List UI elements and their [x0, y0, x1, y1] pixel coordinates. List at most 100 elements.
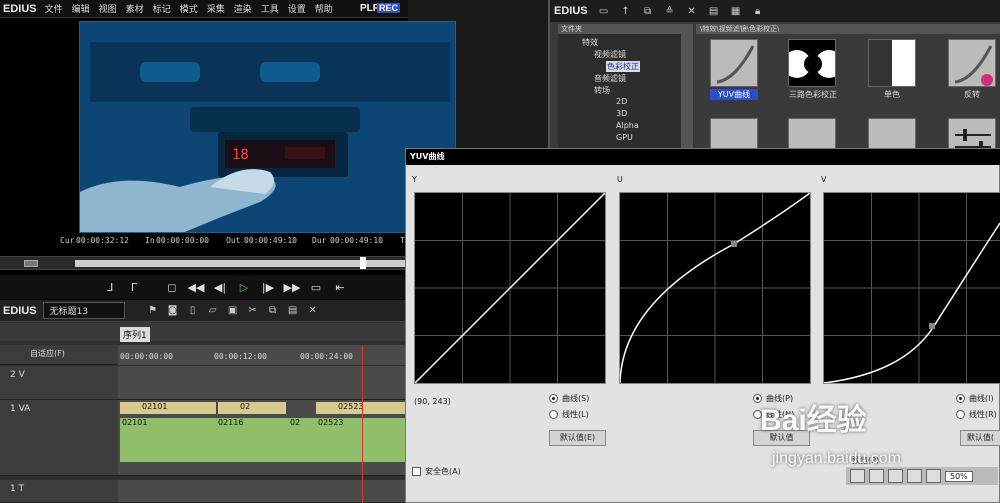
new-file-icon[interactable]: ▯: [185, 305, 201, 316]
rewind-button[interactable]: ◀◀: [186, 281, 206, 294]
tree-item-video-filters[interactable]: 视频滤镜: [594, 49, 626, 60]
cur-label: Cur: [60, 236, 75, 245]
tab-sequence-1[interactable]: 序列1: [120, 327, 150, 342]
three-way-color-icon: [789, 50, 835, 78]
track-header-2v[interactable]: 2 V: [0, 366, 118, 400]
tree-item-gpu[interactable]: GPU: [616, 133, 633, 142]
effects-tree: 文件夹 特效 视频滤镜 色彩校正 音频滤镜 转场 2D 3D Alpha GPU: [558, 24, 693, 150]
v-curve-graph[interactable]: [823, 192, 1000, 384]
video-clip[interactable]: 02523: [316, 402, 406, 414]
effect-thumb-invert[interactable]: [948, 39, 996, 87]
safe-color-checkbox[interactable]: 安全色(A): [412, 466, 461, 477]
set-in-icon[interactable]: ᒧ: [100, 281, 120, 294]
shuttle-knob[interactable]: [24, 260, 38, 267]
audio-clip[interactable]: 02101: [120, 418, 216, 462]
timeline-mode-icon[interactable]: ⚑: [145, 305, 161, 316]
scrub-bar[interactable]: [0, 256, 408, 270]
tree-item-2d[interactable]: 2D: [616, 97, 627, 106]
step-forward-button[interactable]: |▶: [258, 281, 278, 294]
y-curve-graph[interactable]: [414, 192, 606, 384]
play-button[interactable]: ▷: [234, 281, 254, 294]
y-curve-radio[interactable]: 曲线(S): [549, 393, 589, 404]
menu-capture[interactable]: 采集: [207, 2, 225, 15]
v-curve-svg: [823, 193, 1000, 384]
tree-item-alpha[interactable]: Alpha: [616, 121, 639, 130]
menu-marker[interactable]: 标记: [153, 2, 171, 15]
u-curve-graph[interactable]: [619, 192, 811, 384]
track-lane-1va[interactable]: 02101 02 02523 02101 02116 02 02523: [118, 400, 408, 476]
y-default-button[interactable]: 默认值(E): [549, 430, 606, 446]
up-folder-icon[interactable]: ↑: [618, 6, 634, 17]
effect-label[interactable]: YUV曲线: [710, 89, 758, 100]
tree-item-audio-filters[interactable]: 音频滤镜: [594, 73, 626, 84]
view-grid-icon[interactable]: ▦: [728, 6, 744, 17]
tree-scrollbar[interactable]: [681, 24, 693, 150]
menu-help[interactable]: 帮助: [315, 2, 333, 15]
rec-label[interactable]: REC: [376, 3, 400, 13]
delete-icon[interactable]: ✕: [305, 305, 321, 316]
menu-render[interactable]: 渲染: [234, 2, 252, 15]
paste-icon[interactable]: ▤: [285, 305, 301, 316]
track-lane-2v[interactable]: [118, 366, 408, 400]
v-default-button[interactable]: 默认值(: [960, 430, 1000, 446]
effect-label[interactable]: 三路色彩校正: [778, 89, 848, 100]
lock-icon[interactable]: 🔒︎: [750, 6, 766, 17]
menu-edit[interactable]: 编辑: [72, 2, 90, 15]
fit-dropdown[interactable]: 自适应(F): [0, 345, 118, 365]
cut-icon[interactable]: ✂: [245, 305, 261, 316]
audio-clip[interactable]: 02116: [216, 418, 288, 462]
playhead-marker[interactable]: [360, 257, 366, 269]
effect-thumb-monochrome[interactable]: [868, 39, 916, 87]
folder-icon[interactable]: ▭: [596, 6, 612, 17]
copy-folder-icon[interactable]: ⧉: [640, 6, 656, 17]
v-curve-radio[interactable]: 曲线(I): [956, 393, 994, 404]
audio-clip[interactable]: 02523: [316, 418, 406, 462]
y-linear-radio[interactable]: 线性(L): [549, 409, 589, 420]
timeline-playhead[interactable]: [362, 345, 363, 503]
open-icon[interactable]: ▱: [205, 305, 221, 316]
effect-label[interactable]: 单色: [857, 89, 927, 100]
effect-thumb-yuv-curve[interactable]: [710, 39, 758, 87]
video-clip[interactable]: 02101: [120, 402, 216, 414]
position-slider[interactable]: [75, 260, 405, 267]
u-curve-control-point: [731, 241, 737, 247]
curve-icon: [716, 45, 755, 84]
menu-file[interactable]: 文件: [45, 2, 63, 15]
time-ruler[interactable]: 00:00:00:00 00:00:12:00 00:00:24:00: [118, 345, 408, 365]
copy-icon[interactable]: ⧉: [265, 305, 281, 316]
view-list-icon[interactable]: ▤: [706, 6, 722, 17]
in-timecode: 00:00:00:00: [156, 236, 209, 245]
timeline-window: EDIUS 无标题13 ⚑ ◙ ▯ ▱ ▣ ✂ ⧉ ▤ ✕ 序列1 自适应(F)…: [0, 300, 408, 503]
effect-thumb-three-way[interactable]: [788, 39, 836, 87]
effect-icon[interactable]: ≙: [662, 6, 678, 17]
v-linear-radio[interactable]: 线性(R): [956, 409, 997, 420]
menu-tools[interactable]: 工具: [261, 2, 279, 15]
track-lane-1t[interactable]: [118, 480, 408, 503]
watermark: Bai经验 jingyan.baidu.com: [760, 395, 960, 495]
set-out-icon[interactable]: ᒥ: [124, 281, 144, 294]
fit-label: 自适应(F): [30, 349, 65, 358]
tree-item-effects[interactable]: 特效: [582, 37, 598, 48]
watermark-url: jingyan.baidu.com: [772, 450, 901, 467]
menu-clip[interactable]: 素材: [126, 2, 144, 15]
close-icon[interactable]: ✕: [684, 6, 700, 17]
tree-item-transitions[interactable]: 转场: [594, 85, 610, 96]
menu-settings[interactable]: 设置: [288, 2, 306, 15]
camera-icon[interactable]: ◙: [165, 305, 181, 316]
step-back-button[interactable]: ◀|: [210, 281, 230, 294]
menu-view[interactable]: 视图: [99, 2, 117, 15]
insert-icon[interactable]: ⇤: [330, 281, 350, 294]
stop-button[interactable]: ◻: [162, 281, 182, 294]
tree-item-color-correction[interactable]: 色彩校正: [606, 61, 640, 72]
loop-button[interactable]: ▭: [306, 281, 326, 294]
track-header-1t[interactable]: 1 T: [0, 480, 118, 503]
track-header-1va[interactable]: 1 VA: [0, 400, 118, 476]
save-icon[interactable]: ▣: [225, 305, 241, 316]
audio-clip[interactable]: 02: [288, 418, 316, 462]
video-clip[interactable]: 02: [218, 402, 286, 414]
effect-label[interactable]: 反转: [937, 89, 1000, 100]
ruler-tick: 00:00:12:00: [214, 352, 267, 361]
menu-mode[interactable]: 模式: [180, 2, 198, 15]
tree-item-3d[interactable]: 3D: [616, 109, 627, 118]
fast-forward-button[interactable]: ▶▶: [282, 281, 302, 294]
